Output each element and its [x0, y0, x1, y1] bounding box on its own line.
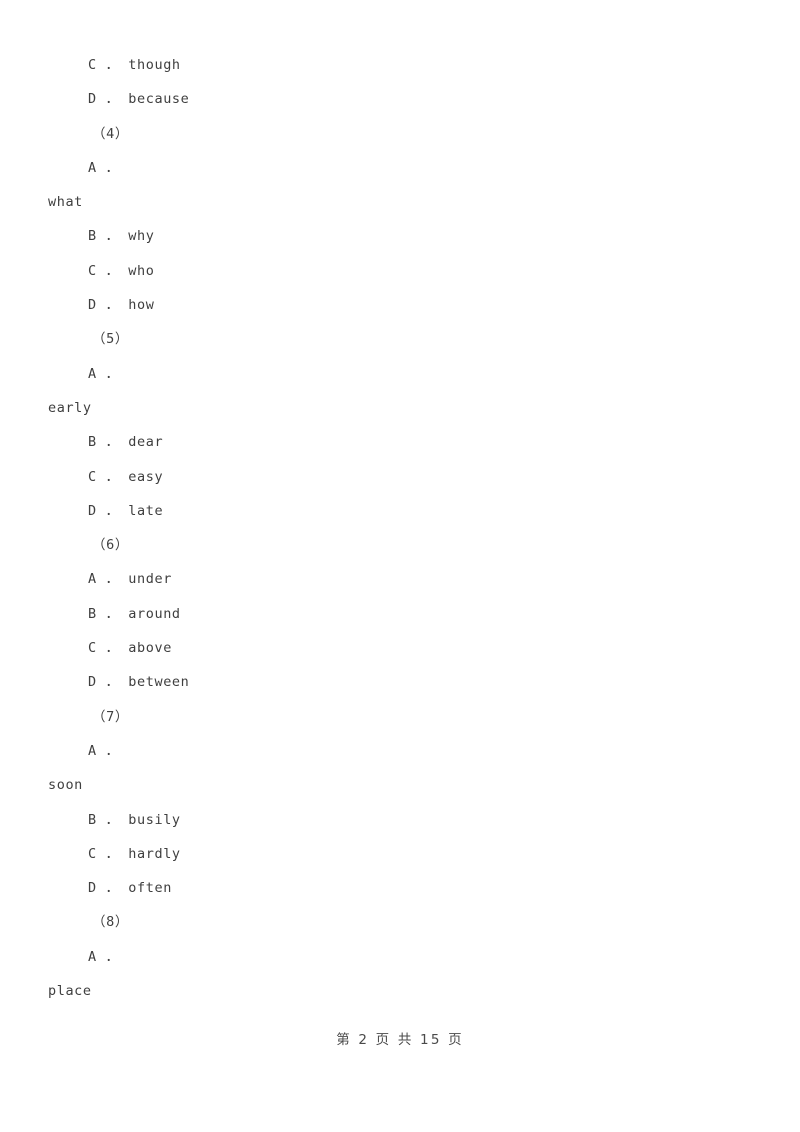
- doc-line-q5-opt-a: A ．: [88, 365, 120, 382]
- doc-line-q6-opt-b: B ． around: [88, 605, 181, 622]
- doc-line-q7-opt-b: B ． busily: [88, 811, 181, 828]
- doc-line-q3-opt-c: C ． though: [88, 57, 181, 73]
- doc-line-q5-number: （5）: [92, 331, 129, 348]
- doc-line-q7-opt-a-wrap: soon: [48, 777, 83, 794]
- doc-line-q7-opt-d: D ． often: [88, 880, 172, 897]
- doc-line-q5-opt-d: D ． late: [88, 502, 164, 519]
- doc-line-q3-opt-d: D ． because: [88, 91, 190, 108]
- doc-line-q4-opt-b: B ． why: [88, 228, 155, 245]
- doc-line-q5-opt-a-wrap: early: [48, 399, 92, 416]
- doc-line-q8-opt-a: A ．: [88, 948, 120, 965]
- doc-line-q4-opt-d: D ． how: [88, 297, 155, 314]
- doc-line-q5-opt-b: B ． dear: [88, 434, 164, 451]
- doc-line-q6-opt-d: D ． between: [88, 674, 190, 691]
- document-body: C ． though D ． because （4） A ． what B ． why C …: [0, 0, 800, 1008]
- doc-line-q7-number: （7）: [92, 708, 129, 725]
- doc-line-q4-opt-a-wrap: what: [48, 194, 83, 211]
- doc-line-q6-opt-a: A ． under: [88, 571, 172, 588]
- page-number-footer: 第 2 页 共 15 页: [336, 1032, 464, 1048]
- doc-line-q5-opt-c: C ． easy: [88, 468, 164, 485]
- doc-line-q7-opt-c: C ． hardly: [88, 845, 181, 862]
- doc-line-q4-opt-c: C ． who: [88, 262, 155, 279]
- doc-line-q6-opt-c: C ． above: [88, 640, 172, 657]
- doc-line-q8-opt-a-wrap: place: [48, 983, 92, 1000]
- doc-line-q4-number: （4）: [92, 125, 129, 142]
- doc-line-q6-number: （6）: [92, 537, 129, 554]
- doc-line-q7-opt-a: A ．: [88, 742, 120, 759]
- document-page: C ． though D ． because （4） A ． what B ． why C …: [0, 0, 800, 1132]
- doc-line-q8-number: （8）: [92, 914, 129, 931]
- doc-line-q4-opt-a: A ．: [88, 159, 120, 176]
